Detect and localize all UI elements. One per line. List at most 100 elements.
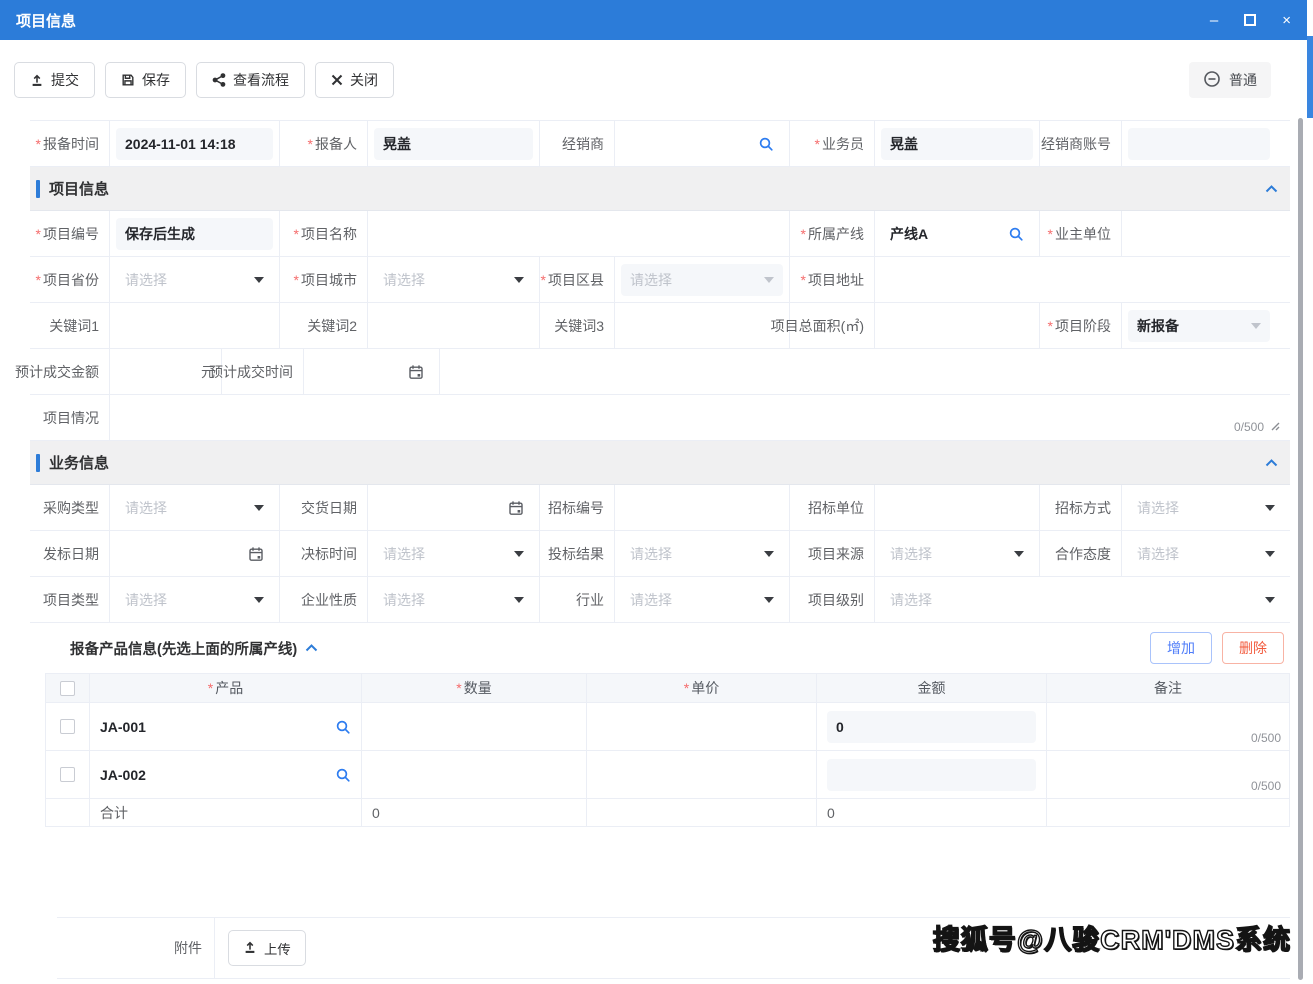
salesman-label: *业务员 [790,121,875,166]
close-button[interactable]: 关闭 [315,62,394,98]
purchase-type-label: 采购类型 [30,485,110,530]
maximize-icon[interactable] [1244,14,1256,26]
bid-result-label: 投标结果 [540,531,615,576]
qty-cell[interactable] [362,751,587,798]
spacer [0,827,1307,917]
caret-down-icon [514,597,524,603]
qty-cell[interactable] [362,703,587,750]
save-icon [121,73,135,87]
project-no-input[interactable]: 保存后生成 [116,218,273,250]
priority-mode-button[interactable]: 普通 [1189,62,1271,98]
resize-handle-icon[interactable] [1269,420,1280,434]
add-row-button[interactable]: 增加 [1150,632,1212,664]
price-cell[interactable] [587,703,817,750]
caret-down-icon [764,597,774,603]
report-time-input[interactable]: 2024-11-01 14:18 [116,128,273,160]
address-label: *项目地址 [790,257,875,302]
project-name-input[interactable] [374,218,783,250]
submit-button[interactable]: 提交 [14,62,95,98]
row-checkbox[interactable] [60,767,75,782]
toolbar: 提交 保存 查看流程 关闭 普通 [0,40,1307,120]
col-remark: 备注 [1047,674,1289,702]
owner-unit-input[interactable] [1128,218,1284,250]
bid-no-input[interactable] [621,492,783,524]
delivery-date-label: 交货日期 [280,485,368,530]
select-all-checkbox[interactable] [60,681,75,696]
reporter-input[interactable]: 晃盖 [374,128,533,160]
remark-cell[interactable]: 0/500 [1047,751,1289,798]
province-select[interactable]: 请选择 [116,264,273,296]
close-icon[interactable]: × [1282,13,1291,28]
section-accent-bar [36,180,40,198]
price-cell[interactable] [587,751,817,798]
purchase-type-select[interactable]: 请选择 [116,492,273,524]
project-level-select[interactable]: 请选择 [881,584,1284,616]
report-time-label: *报备时间 [30,121,110,166]
caret-down-icon [254,597,264,603]
form-row-keywords: 关键词1 关键词2 关键词3 项目总面积(㎡) *项目阶段 新报备 [30,303,1290,349]
total-area-input[interactable] [881,310,1033,342]
calendar-icon[interactable] [248,546,264,562]
upload-button[interactable]: 上传 [228,930,306,966]
keyword3-input[interactable] [621,310,783,342]
expected-amount-input[interactable] [116,356,195,388]
background-page-edge [1307,36,1313,118]
product-line-input[interactable]: 产线A [881,218,1033,250]
industry-select[interactable]: 请选择 [621,584,783,616]
vertical-scrollbar[interactable] [1298,118,1303,980]
calendar-icon[interactable] [408,364,424,380]
district-select[interactable]: 请选择 [621,264,783,296]
calendar-icon[interactable] [508,500,524,516]
form-row-region: *项目省份 请选择 *项目城市 请选择 *项目区县 请选择 *项目地址 [30,257,1290,303]
city-label: *项目城市 [280,257,368,302]
caret-down-icon [1251,323,1261,329]
view-flow-button[interactable]: 查看流程 [196,62,305,98]
chevron-up-icon[interactable] [1265,459,1278,467]
search-icon[interactable] [335,767,351,783]
amount-input[interactable] [827,759,1036,791]
search-icon[interactable] [1008,226,1024,242]
bid-result-select[interactable]: 请选择 [621,538,783,570]
bid-unit-input[interactable] [881,492,1033,524]
award-time-select[interactable]: 请选择 [374,538,533,570]
form-row-situation: 项目情况 0/500 [30,395,1290,441]
product-cell[interactable]: JA-002 [100,767,146,783]
chevron-up-icon[interactable] [305,644,318,652]
expected-time-input[interactable] [310,356,433,388]
dealer-account-input[interactable] [1128,128,1270,160]
project-type-select[interactable]: 请选择 [116,584,273,616]
cooperation-select[interactable]: 请选择 [1128,538,1284,570]
delivery-date-input[interactable] [374,492,533,524]
keyword2-input[interactable] [374,310,533,342]
form-row-project-no: *项目编号 保存后生成 *项目名称 *所属产线 产线A *业主单位 [30,211,1290,257]
minimize-icon[interactable]: – [1210,13,1218,28]
salesman-input[interactable]: 晃盖 [881,128,1033,160]
search-icon[interactable] [758,136,774,152]
dealer-input[interactable] [621,128,783,160]
reporter-label: *报备人 [280,121,368,166]
amount-input[interactable]: 0 [827,711,1036,743]
row-checkbox[interactable] [60,719,75,734]
table-row: JA-002 0/500 [46,751,1289,799]
save-button[interactable]: 保存 [105,62,186,98]
stage-select[interactable]: 新报备 [1128,310,1270,342]
dialog-titlebar: 项目信息 – × [0,0,1307,40]
product-cell[interactable]: JA-001 [100,719,146,735]
col-price: *单价 [587,674,817,702]
search-icon[interactable] [335,719,351,735]
bid-method-select[interactable]: 请选择 [1128,492,1284,524]
owner-unit-label: *业主单位 [1040,211,1122,256]
keyword1-input[interactable] [116,310,273,342]
address-input[interactable] [881,264,1284,296]
form-row-forecast: 预计成交金额 元 预计成交时间 [30,349,1290,395]
col-product: *产品 [90,674,362,702]
enterprise-nature-select[interactable]: 请选择 [374,584,533,616]
chevron-up-icon[interactable] [1265,185,1278,193]
city-select[interactable]: 请选择 [374,264,533,296]
remark-cell[interactable]: 0/500 [1047,703,1289,750]
project-name-label: *项目名称 [280,211,368,256]
delete-row-button[interactable]: 删除 [1222,632,1284,664]
project-source-select[interactable]: 请选择 [881,538,1033,570]
situation-textarea[interactable]: 0/500 [110,395,1290,440]
issue-date-input[interactable] [116,538,273,570]
